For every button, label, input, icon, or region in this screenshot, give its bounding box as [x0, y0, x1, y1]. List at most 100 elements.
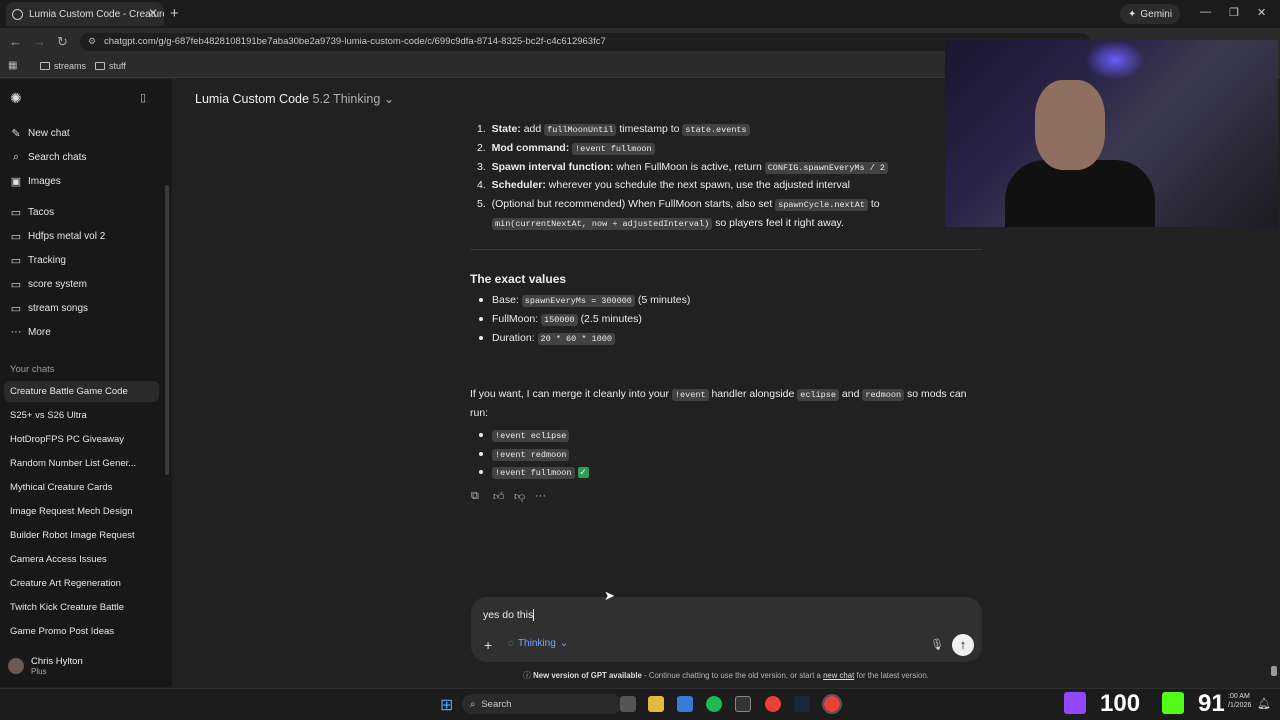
site-info-icon[interactable]: ⚙	[88, 36, 96, 47]
thumbs-down-icon[interactable]: 👎︎	[514, 490, 525, 503]
chrome-active-icon[interactable]	[822, 694, 842, 714]
microphone-icon[interactable]: 🎙︎	[930, 638, 944, 651]
project-tacos[interactable]: ▭ Tacos	[10, 206, 54, 219]
chat-item[interactable]: Builder Robot Image Request	[10, 530, 135, 541]
more-button[interactable]: ··· More	[10, 326, 51, 338]
project-tracking[interactable]: ▭ Tracking	[10, 254, 66, 267]
openai-logo-icon[interactable]: ✺	[10, 90, 22, 107]
info-icon: ⓘ	[523, 671, 531, 680]
send-button[interactable]: ↑	[952, 634, 974, 656]
project-stream-songs[interactable]: ▭ stream songs	[10, 302, 88, 315]
project-hdfps-metal[interactable]: ▭ Hdfps metal vol 2	[10, 230, 105, 243]
file-explorer-icon[interactable]	[648, 696, 664, 712]
webcam-overlay	[945, 40, 1278, 227]
taskbar	[0, 688, 1280, 720]
tab-close-icon[interactable]: ✕	[148, 6, 158, 20]
folder-icon	[40, 62, 50, 70]
new-chat-button[interactable]: ✎ New chat	[10, 127, 69, 140]
your-chats-heading: Your chats	[10, 364, 55, 375]
webcam-person-body	[1005, 160, 1155, 227]
back-arrow-icon[interactable]: ←	[9, 34, 22, 49]
user-profile[interactable]: Chris Hylton Plus	[8, 656, 83, 676]
value-fullmoon: FullMoon: 150000 (2.5 minutes)	[492, 313, 642, 326]
add-attachment-icon[interactable]: +	[484, 637, 492, 653]
forward-arrow-icon[interactable]: →	[33, 34, 46, 49]
inline-code: fullMoonUntil	[544, 124, 617, 136]
windows-start-icon[interactable]: ⊞	[440, 695, 453, 715]
taskbar-search[interactable]: ⌕ Search	[462, 694, 622, 714]
notification-bell-icon[interactable]: 🔔︎	[1257, 697, 1271, 710]
chat-item[interactable]: Random Number List Gener...	[10, 458, 136, 469]
system-clock[interactable]: :00 AM/1/2026	[1228, 692, 1251, 710]
project-score-system[interactable]: ▭ score system	[10, 278, 87, 291]
chat-item[interactable]: S25+ vs S26 Ultra	[10, 410, 87, 421]
section-heading: The exact values	[470, 272, 567, 286]
gemini-button[interactable]: ✦ Gemini	[1120, 4, 1181, 24]
sidebar-item-label: stream songs	[28, 303, 89, 314]
inline-code: eclipse	[797, 389, 839, 401]
browser-tab[interactable]: Lumia Custom Code - Creature ✕	[6, 2, 164, 26]
step-number: 3.	[477, 161, 486, 173]
chat-item[interactable]: Twitch Kick Creature Battle	[10, 602, 124, 613]
spotify-icon[interactable]	[706, 696, 722, 712]
images-button[interactable]: ▣ Images	[10, 175, 61, 188]
sidebar-scrollbar[interactable]	[165, 185, 169, 475]
paragraph-text: so mods can	[904, 388, 967, 400]
twitch-count: 100	[1100, 690, 1141, 717]
user-plan: Plus	[31, 667, 47, 676]
step-title: Scheduler:	[491, 179, 546, 191]
chat-item[interactable]: Creature Art Regeneration	[10, 578, 121, 589]
search-chats-button[interactable]: ⌕ Search chats	[10, 151, 86, 164]
apps-grid-icon[interactable]: ▦	[8, 60, 17, 71]
folder-icon	[95, 62, 105, 70]
prompt-text: yes do this	[483, 609, 534, 621]
prompt-input[interactable]: yes do this	[483, 609, 535, 622]
minimize-window-icon[interactable]: —	[1200, 6, 1211, 18]
webcam-person-head	[1035, 80, 1105, 170]
paragraph-text: If you want, I can merge it cleanly into…	[470, 388, 672, 400]
notepad-icon[interactable]	[677, 696, 693, 712]
user-name: Chris Hylton	[31, 656, 83, 667]
thumbs-up-icon[interactable]: 👍︎	[493, 490, 505, 503]
url-bar[interactable]: chatgpt.com/g/g-687feb4828108191be7aba30…	[80, 33, 1090, 51]
folder-icon: ▭	[10, 279, 22, 291]
hudfx-icon[interactable]	[735, 696, 751, 712]
bullet	[479, 298, 483, 302]
clock-date: /1/2026	[1228, 702, 1252, 709]
sidebar-item-label: Tacos	[28, 207, 55, 218]
step-text: wherever you schedule the next spawn, us…	[545, 179, 850, 191]
chat-item[interactable]: Camera Access Issues	[10, 554, 107, 565]
thinking-label: Thinking	[517, 638, 556, 649]
inline-code: !event fullmoon	[572, 143, 655, 155]
divider	[470, 249, 982, 250]
maximize-window-icon[interactable]: ❐	[1229, 6, 1239, 19]
chat-item[interactable]: Mythical Creature Cards	[10, 482, 112, 493]
steam-icon[interactable]	[794, 696, 810, 712]
search-icon: ⌕	[12, 151, 20, 163]
main-scrollbar[interactable]	[1271, 666, 1277, 676]
inline-code: !event redmoon	[492, 449, 570, 461]
task-view-icon[interactable]	[620, 696, 636, 712]
step-text: timestamp to	[616, 123, 683, 135]
chrome-icon[interactable]	[765, 696, 781, 712]
chevron-down-icon: ⌄	[559, 638, 569, 649]
close-window-icon[interactable]: ✕	[1257, 6, 1266, 19]
reload-icon[interactable]: ↻	[57, 34, 68, 50]
sidebar-toggle-icon[interactable]: ▯	[140, 91, 146, 104]
chevron-down-icon: ⌄	[383, 92, 395, 106]
thinking-mode-button[interactable]: ◌ Thinking ⌄	[508, 638, 568, 649]
chat-item[interactable]: Game Promo Post Ideas	[10, 626, 114, 637]
copy-icon[interactable]: ⧉	[471, 490, 479, 503]
chat-item[interactable]: HotDropFPS PC Giveaway	[10, 434, 124, 445]
inline-code: spawnCycle.nextAt	[775, 199, 868, 211]
model-selector[interactable]: Lumia Custom Code 5.2 Thinking ⌄	[195, 91, 394, 106]
bookmark-stuff[interactable]: stuff	[95, 61, 126, 71]
chat-item[interactable]: Creature Battle Game Code	[10, 386, 128, 397]
step-number: 1.	[477, 123, 486, 135]
chat-item[interactable]: Image Request Mech Design	[10, 506, 133, 517]
step-title: Mod command:	[491, 142, 570, 154]
new-chat-link[interactable]: new chat	[823, 671, 854, 680]
more-actions-icon[interactable]: ···	[535, 490, 546, 502]
new-tab-button[interactable]: +	[170, 5, 179, 22]
bookmark-streams[interactable]: streams	[40, 61, 86, 71]
